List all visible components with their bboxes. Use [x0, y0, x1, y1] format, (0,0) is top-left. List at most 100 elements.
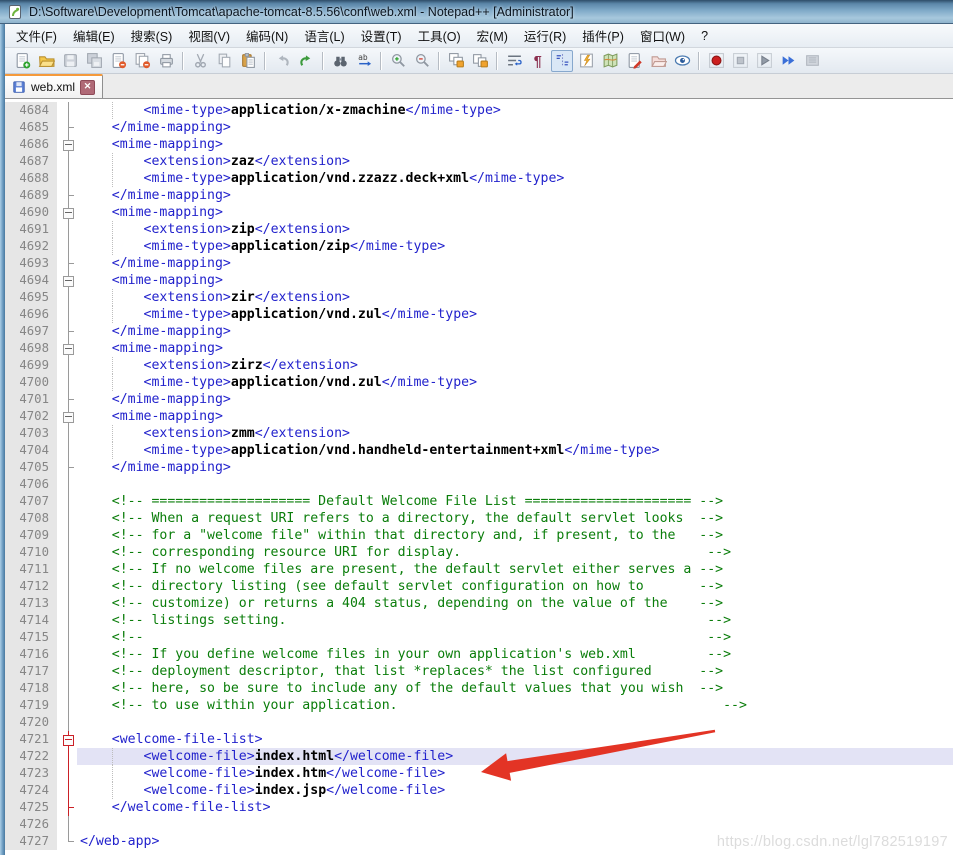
- code-line-text[interactable]: <!-- here, so be sure to include any of …: [77, 680, 953, 697]
- menu-item-9[interactable]: 运行(R): [516, 23, 574, 48]
- code-line-text[interactable]: [77, 816, 953, 833]
- zoom-in-icon[interactable]: [387, 50, 409, 72]
- code-line-text[interactable]: </mime-mapping>: [77, 187, 953, 204]
- code-line-text[interactable]: [77, 714, 953, 731]
- close-tab-icon[interactable]: ✕: [80, 80, 95, 95]
- code-line-text[interactable]: <extension>zaz</extension>: [77, 153, 953, 170]
- fold-margin: [60, 425, 77, 442]
- save-all-icon[interactable]: [83, 50, 105, 72]
- menu-item-10[interactable]: 插件(P): [574, 23, 632, 48]
- menu-item-6[interactable]: 设置(T): [353, 23, 410, 48]
- code-line-text[interactable]: <mime-type>application/zip</mime-type>: [77, 238, 953, 255]
- code-line-text[interactable]: <!-- corresponding resource URI for disp…: [77, 544, 953, 561]
- code-line-text[interactable]: <!-- listings setting. -->: [77, 612, 953, 629]
- menu-item-3[interactable]: 视图(V): [180, 23, 238, 48]
- code-row-4692: 4692 <mime-type>application/zip</mime-ty…: [5, 238, 953, 255]
- menu-item-2[interactable]: 搜索(S): [123, 23, 181, 48]
- code-line-text[interactable]: <mime-mapping>: [77, 204, 953, 221]
- function-list-icon[interactable]: [575, 50, 597, 72]
- paste-icon[interactable]: [237, 50, 259, 72]
- menu-item-7[interactable]: 工具(O): [410, 23, 469, 48]
- code-line-text[interactable]: <welcome-file-list>: [77, 731, 953, 748]
- menu-item-1[interactable]: 编辑(E): [65, 23, 123, 48]
- doc-switcher-icon[interactable]: [623, 50, 645, 72]
- code-line-text[interactable]: </mime-mapping>: [77, 119, 953, 136]
- macro-run-icon[interactable]: [777, 50, 799, 72]
- code-line-text[interactable]: <mime-mapping>: [77, 136, 953, 153]
- macro-play-icon[interactable]: [753, 50, 775, 72]
- fold-margin[interactable]: [60, 340, 77, 357]
- code-line-text[interactable]: <welcome-file>index.htm</welcome-file>: [77, 765, 953, 782]
- code-line-text[interactable]: <mime-mapping>: [77, 340, 953, 357]
- close-all-icon[interactable]: [131, 50, 153, 72]
- close-icon[interactable]: [107, 50, 129, 72]
- sync-vertical-icon[interactable]: [445, 50, 467, 72]
- menu-item-5[interactable]: 语言(L): [296, 23, 352, 48]
- code-line-text[interactable]: <extension>zirz</extension>: [77, 357, 953, 374]
- macro-stop-icon[interactable]: [729, 50, 751, 72]
- code-line-text[interactable]: <extension>zmm</extension>: [77, 425, 953, 442]
- fold-margin: [60, 714, 77, 731]
- menu-item-8[interactable]: 宏(M): [469, 23, 516, 48]
- code-line-text[interactable]: <welcome-file>index.jsp</welcome-file>: [77, 782, 953, 799]
- code-line-text[interactable]: <!-- -->: [77, 629, 953, 646]
- fold-collapse-icon: [63, 140, 74, 151]
- code-line-text[interactable]: <mime-type>application/vnd.zzazz.deck+xm…: [77, 170, 953, 187]
- code-line-text[interactable]: <welcome-file>index.html</welcome-file>: [77, 748, 953, 765]
- code-line-text[interactable]: <mime-type>application/vnd.zul</mime-typ…: [77, 306, 953, 323]
- code-line-text[interactable]: </mime-mapping>: [77, 323, 953, 340]
- code-line-text[interactable]: <extension>zir</extension>: [77, 289, 953, 306]
- tab-web.xml[interactable]: web.xml✕: [4, 74, 103, 98]
- code-line-text[interactable]: <!-- directory listing (see default serv…: [77, 578, 953, 595]
- print-icon[interactable]: [155, 50, 177, 72]
- code-line-text[interactable]: <!-- customize) or returns a 404 status,…: [77, 595, 953, 612]
- code-line-text[interactable]: </mime-mapping>: [77, 255, 953, 272]
- code-line-text[interactable]: <!-- ==================== Default Welcom…: [77, 493, 953, 510]
- cut-icon[interactable]: [189, 50, 211, 72]
- code-line-text[interactable]: </welcome-file-list>: [77, 799, 953, 816]
- code-line-text[interactable]: <!-- for a "welcome file" within that di…: [77, 527, 953, 544]
- save-icon[interactable]: [59, 50, 81, 72]
- fold-margin[interactable]: [60, 408, 77, 425]
- open-file-icon[interactable]: [35, 50, 57, 72]
- code-line-text[interactable]: <!-- If you define welcome files in your…: [77, 646, 953, 663]
- redo-icon[interactable]: [295, 50, 317, 72]
- find-icon[interactable]: [329, 50, 351, 72]
- code-line-text[interactable]: [77, 476, 953, 493]
- code-line-text[interactable]: <mime-mapping>: [77, 408, 953, 425]
- show-all-chars-icon[interactable]: ¶: [527, 50, 549, 72]
- line-number: 4684: [5, 102, 57, 119]
- code-line-text[interactable]: <!-- When a request URI refers to a dire…: [77, 510, 953, 527]
- menu-item-11[interactable]: 窗口(W): [632, 23, 693, 48]
- word-wrap-icon[interactable]: [503, 50, 525, 72]
- new-file-icon[interactable]: [11, 50, 33, 72]
- replace-icon[interactable]: ab: [353, 50, 375, 72]
- menu-item-12[interactable]: ?: [693, 26, 716, 46]
- fold-margin[interactable]: [60, 204, 77, 221]
- code-line-text[interactable]: <mime-mapping>: [77, 272, 953, 289]
- fold-margin[interactable]: [60, 731, 77, 748]
- zoom-out-icon[interactable]: [411, 50, 433, 72]
- fold-margin[interactable]: [60, 136, 77, 153]
- code-line-text[interactable]: </mime-mapping>: [77, 459, 953, 476]
- code-line-text[interactable]: <!-- deployment descriptor, that list *r…: [77, 663, 953, 680]
- code-line-text[interactable]: <mime-type>application/vnd.handheld-ente…: [77, 442, 953, 459]
- copy-icon[interactable]: [213, 50, 235, 72]
- menu-item-4[interactable]: 编码(N): [238, 23, 296, 48]
- sync-horizontal-icon[interactable]: [469, 50, 491, 72]
- code-line-text[interactable]: <mime-type>application/x-zmachine</mime-…: [77, 102, 953, 119]
- monitoring-icon[interactable]: [671, 50, 693, 72]
- undo-icon[interactable]: [271, 50, 293, 72]
- macro-record-icon[interactable]: [705, 50, 727, 72]
- code-line-text[interactable]: </mime-mapping>: [77, 391, 953, 408]
- code-line-text[interactable]: <!-- to use within your application. -->: [77, 697, 953, 714]
- code-line-text[interactable]: <mime-type>application/vnd.zul</mime-typ…: [77, 374, 953, 391]
- menu-item-0[interactable]: 文件(F): [8, 23, 65, 48]
- fold-margin[interactable]: [60, 272, 77, 289]
- code-line-text[interactable]: <extension>zip</extension>: [77, 221, 953, 238]
- folder-workspace-icon[interactable]: [647, 50, 669, 72]
- document-map-icon[interactable]: [599, 50, 621, 72]
- code-line-text[interactable]: <!-- If no welcome files are present, th…: [77, 561, 953, 578]
- indent-guide-icon[interactable]: [551, 50, 573, 72]
- macro-save-icon[interactable]: [801, 50, 823, 72]
